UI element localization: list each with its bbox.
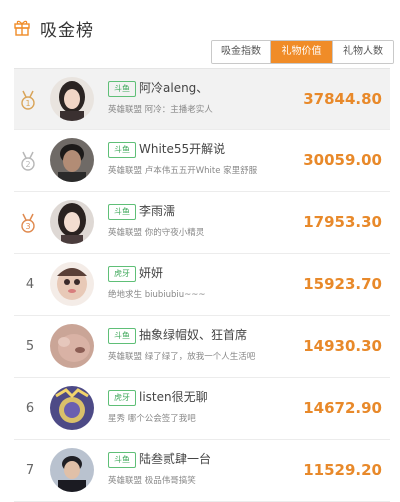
- table-row[interactable]: 5 斗鱼 抽象绿帽奴、狂首席 英雄联盟 绿了绿了，放我一个人生活吧 14930.…: [14, 316, 390, 378]
- svg-text:3: 3: [25, 222, 30, 231]
- streamer-name[interactable]: 抽象绿帽奴、狂首席: [139, 326, 247, 343]
- platform-tag: 斗鱼: [108, 452, 136, 468]
- platform-tag: 虎牙: [108, 266, 136, 282]
- streamer-name[interactable]: 李雨濡: [139, 202, 175, 219]
- streamer-name[interactable]: 妍妍: [139, 264, 163, 281]
- avatar[interactable]: [50, 138, 94, 182]
- table-row[interactable]: 3 斗鱼 李雨濡 英雄联盟 你的守夜小精灵 17953.30: [14, 192, 390, 254]
- table-row[interactable]: 2 斗鱼 White55开解说 英雄联盟 卢本伟五五开White 家里舒服 30…: [14, 130, 390, 192]
- table-row[interactable]: 4 虎牙 妍妍 绝地求生 biubiubiu~~~ 15923.70: [14, 254, 390, 316]
- gift-value: 11529.20: [303, 461, 382, 479]
- avatar[interactable]: [50, 200, 94, 244]
- ranking-list: 1 斗鱼 阿冷aleng、 英雄联盟 阿冷：主播老实人 37844.80 2 斗…: [14, 68, 390, 502]
- stream-description: 英雄联盟 阿冷：主播老实人: [108, 105, 213, 115]
- gift-value: 30059.00: [303, 151, 382, 169]
- stream-description: 英雄联盟 你的守夜小精灵: [108, 228, 205, 238]
- rank-number: 5: [25, 339, 35, 354]
- bronze-medal-icon: 3: [21, 213, 35, 233]
- streamer-name[interactable]: 陆叁贰肆一台: [139, 450, 211, 467]
- platform-tag: 斗鱼: [108, 204, 136, 220]
- streamer-name[interactable]: White55开解说: [139, 140, 225, 157]
- table-row[interactable]: 1 斗鱼 阿冷aleng、 英雄联盟 阿冷：主播老实人 37844.80: [14, 68, 390, 130]
- platform-tag: 斗鱼: [108, 142, 136, 158]
- gift-value: 37844.80: [303, 90, 382, 108]
- stream-description: 绝地求生 biubiubiu~~~: [108, 290, 206, 300]
- tab-gold-index[interactable]: 吸金指数: [212, 41, 270, 63]
- tab-gift-value[interactable]: 礼物价值: [270, 41, 332, 63]
- streamer-name[interactable]: listen很无聊: [139, 388, 208, 405]
- table-row[interactable]: 7 斗鱼 陆叁贰肆一台 英雄联盟 极品伟哥搞笑 11529.20: [14, 440, 390, 502]
- stream-description: 英雄联盟 绿了绿了，放我一个人生活吧: [108, 352, 256, 362]
- platform-tag: 虎牙: [108, 390, 136, 406]
- gift-icon: [14, 20, 30, 36]
- page-title: 吸金榜: [40, 21, 94, 41]
- avatar[interactable]: [50, 386, 94, 430]
- stream-description: 星秀 哪个公会签了我吧: [108, 414, 196, 424]
- rank-number: 4: [25, 277, 35, 292]
- gift-value: 17953.30: [303, 213, 382, 231]
- gift-value: 15923.70: [303, 275, 382, 293]
- header: 吸金榜: [0, 0, 400, 41]
- sort-tabs: 吸金指数 礼物价值 礼物人数: [211, 40, 394, 64]
- silver-medal-icon: 2: [21, 151, 35, 171]
- platform-tag: 斗鱼: [108, 81, 136, 97]
- svg-text:1: 1: [25, 99, 30, 108]
- platform-tag: 斗鱼: [108, 328, 136, 344]
- tab-gift-count[interactable]: 礼物人数: [332, 41, 393, 63]
- stream-description: 英雄联盟 极品伟哥搞笑: [108, 476, 196, 486]
- table-row[interactable]: 6 虎牙 listen很无聊 星秀 哪个公会签了我吧 14672.90: [14, 378, 390, 440]
- gift-value: 14672.90: [303, 399, 382, 417]
- streamer-name[interactable]: 阿冷aleng、: [139, 79, 208, 96]
- gold-medal-icon: 1: [21, 90, 35, 110]
- rank-number: 7: [25, 463, 35, 478]
- avatar[interactable]: [50, 324, 94, 368]
- svg-text:2: 2: [25, 160, 30, 169]
- gift-value: 14930.30: [303, 337, 382, 355]
- avatar[interactable]: [50, 448, 94, 492]
- avatar[interactable]: [50, 262, 94, 306]
- stream-description: 英雄联盟 卢本伟五五开White 家里舒服: [108, 166, 258, 176]
- avatar[interactable]: [50, 77, 94, 121]
- rank-number: 6: [25, 401, 35, 416]
